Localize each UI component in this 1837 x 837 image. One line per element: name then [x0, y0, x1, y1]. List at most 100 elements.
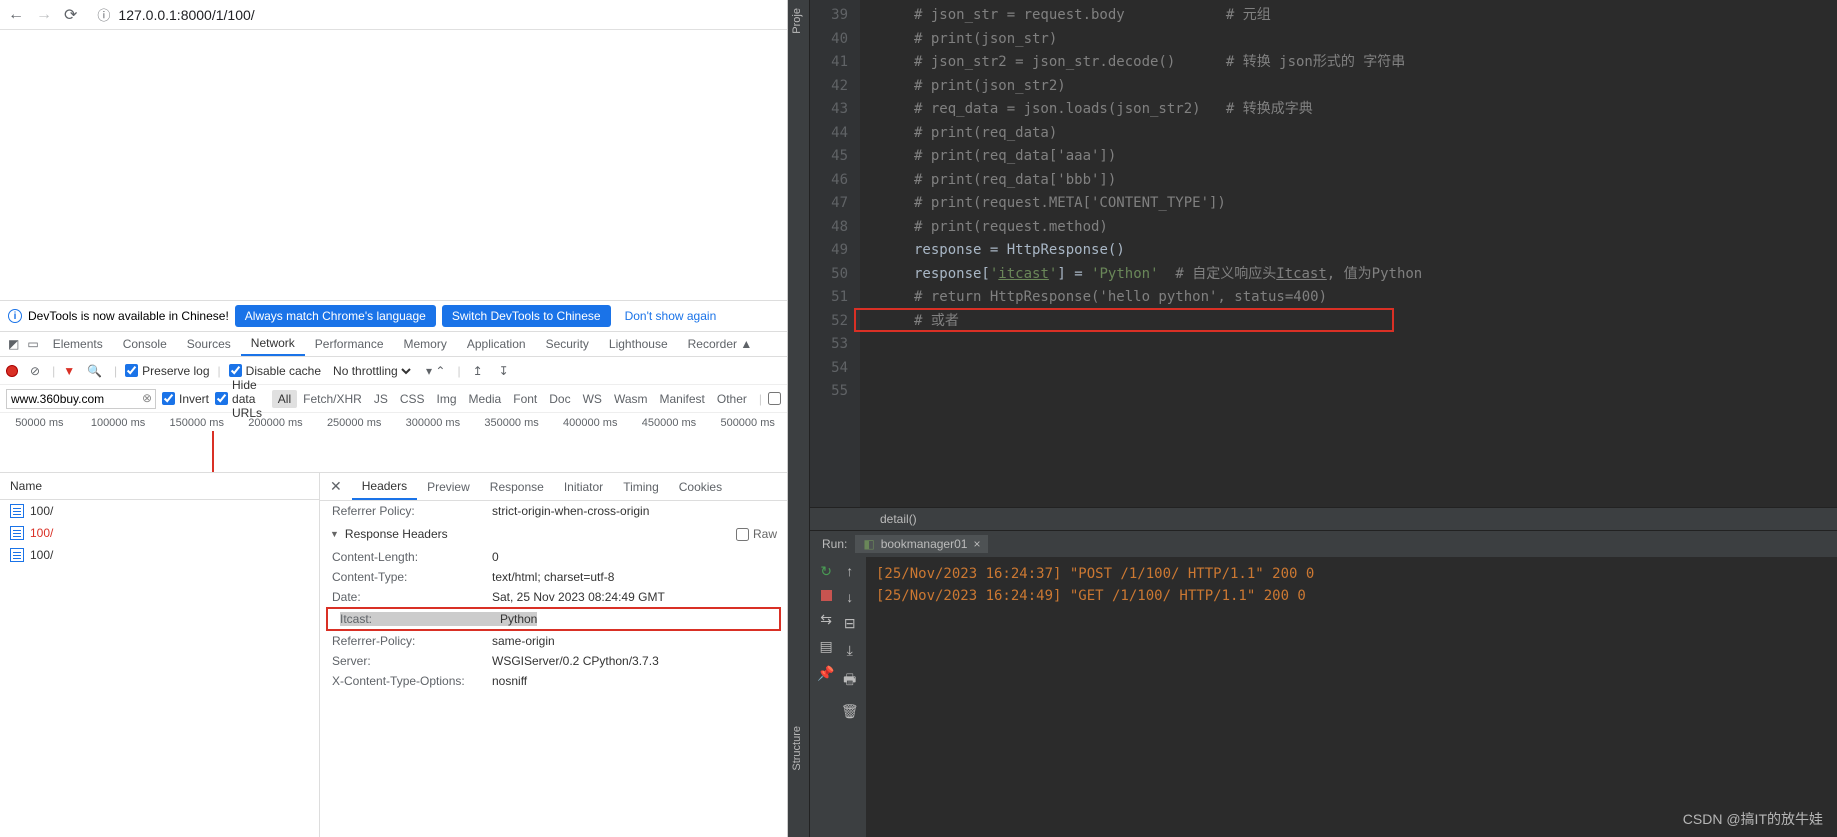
- filter-other[interactable]: Other: [711, 390, 753, 408]
- scroll-icon[interactable]: ⤓: [847, 642, 853, 659]
- network-toolbar: ⊘ | ▼ 🔍 | Preserve log | Disable cache N…: [0, 357, 787, 385]
- tab-performance[interactable]: Performance: [305, 332, 394, 356]
- disable-cache-checkbox[interactable]: Disable cache: [229, 364, 321, 378]
- trash-icon[interactable]: 🗑: [841, 703, 859, 720]
- code-editor[interactable]: # json_str = request.body # 元组# print(js…: [860, 0, 1837, 507]
- filter-icon[interactable]: ▼: [63, 364, 75, 378]
- match-language-button[interactable]: Always match Chrome's language: [235, 305, 436, 327]
- filter-manifest[interactable]: Manifest: [654, 390, 711, 408]
- raw-checkbox[interactable]: Raw: [736, 527, 777, 541]
- tab-application[interactable]: Application: [457, 332, 536, 356]
- device-icon[interactable]: ▭: [23, 337, 42, 351]
- forward-icon[interactable]: →: [36, 6, 52, 24]
- filter-wasm[interactable]: Wasm: [608, 390, 654, 408]
- response-headers-section[interactable]: Response Headers Raw: [320, 521, 787, 547]
- close-detail-icon[interactable]: ✕: [320, 478, 352, 495]
- filter-img[interactable]: Img: [431, 390, 463, 408]
- close-run-tab-icon[interactable]: ×: [973, 537, 980, 551]
- tab-elements[interactable]: Elements: [43, 332, 113, 356]
- timeline-tick: 300000 ms: [394, 417, 473, 429]
- url-bar[interactable]: ⓘ 127.0.0.1:8000/1/100/: [89, 3, 779, 26]
- detail-tab-initiator[interactable]: Initiator: [554, 473, 613, 500]
- run-toolwindow-header: Run: ◧ bookmanager01 ×: [810, 530, 1837, 557]
- filter-font[interactable]: Font: [507, 390, 543, 408]
- detail-tab-headers[interactable]: Headers: [352, 473, 417, 500]
- timeline-tick: 450000 ms: [630, 417, 709, 429]
- filter-fetchxhr[interactable]: Fetch/XHR: [297, 390, 368, 408]
- record-button[interactable]: [6, 365, 18, 377]
- devtools-tabs: ◩ ▭ ElementsConsoleSourcesNetworkPerform…: [0, 331, 787, 357]
- up-icon[interactable]: ↑: [846, 563, 853, 579]
- wifi-icon[interactable]: ▾ ⌃: [422, 364, 449, 378]
- request-row[interactable]: 100/: [0, 522, 319, 544]
- tab-console[interactable]: Console: [113, 332, 177, 356]
- detail-tab-cookies[interactable]: Cookies: [669, 473, 732, 500]
- breadcrumb[interactable]: detail(): [810, 507, 1837, 530]
- filter-ws[interactable]: WS: [577, 390, 608, 408]
- timeline[interactable]: 50000 ms100000 ms150000 ms200000 ms25000…: [0, 413, 787, 473]
- notice-text: DevTools is now available in Chinese!: [28, 309, 229, 323]
- clear-button[interactable]: ⊘: [26, 364, 44, 378]
- filter-all[interactable]: All: [272, 390, 297, 408]
- request-row[interactable]: 100/: [0, 500, 319, 522]
- download-icon[interactable]: ↧: [495, 364, 513, 378]
- console-output[interactable]: [25/Nov/2023 16:24:37] "POST /1/100/ HTT…: [866, 557, 1837, 837]
- header-row: Content-Length:0: [320, 547, 787, 567]
- header-row: Date:Sat, 25 Nov 2023 08:24:49 GMT: [320, 587, 787, 607]
- timeline-tick: 200000 ms: [236, 417, 315, 429]
- filter-css[interactable]: CSS: [394, 390, 431, 408]
- rerun-icon[interactable]: ↻: [820, 563, 832, 580]
- stop-icon[interactable]: [821, 590, 832, 601]
- invert-checkbox[interactable]: Invert: [162, 392, 209, 406]
- tab-memory[interactable]: Memory: [394, 332, 457, 356]
- tab-security[interactable]: Security: [536, 332, 599, 356]
- ide-pane: Proje Structure 394041424344454647484950…: [788, 0, 1837, 837]
- site-info-icon[interactable]: ⓘ: [97, 5, 110, 24]
- print-icon[interactable]: 🖶: [843, 669, 856, 693]
- document-icon: [10, 504, 24, 518]
- filter-input[interactable]: [6, 389, 156, 409]
- filter-media[interactable]: Media: [463, 390, 508, 408]
- tab-recorder[interactable]: Recorder ▲: [678, 332, 763, 356]
- layout-icon[interactable]: ▤: [819, 638, 832, 655]
- dont-show-again-button[interactable]: Don't show again: [617, 305, 725, 327]
- console: ↻ ⇆ ▤ 📌 ↑ ↓ ⊟ ⤓ 🖶 🗑 [25/Nov/2023 16:24:3…: [810, 557, 1837, 837]
- structure-tool-tab[interactable]: Structure: [788, 720, 806, 777]
- detail-tab-timing[interactable]: Timing: [613, 473, 669, 500]
- switch-language-button[interactable]: Switch DevTools to Chinese: [442, 305, 611, 327]
- list-header-name[interactable]: Name: [0, 473, 319, 500]
- upload-icon[interactable]: ↥: [469, 364, 487, 378]
- tab-network[interactable]: Network: [241, 332, 305, 356]
- network-split: Name 100/100/100/ ✕ HeadersPreviewRespon…: [0, 473, 787, 837]
- reload-icon[interactable]: ⟳: [64, 5, 77, 25]
- timeline-tick: 100000 ms: [79, 417, 158, 429]
- detail-tab-response[interactable]: Response: [480, 473, 554, 500]
- filter-js[interactable]: JS: [368, 390, 394, 408]
- run-tab[interactable]: ◧ bookmanager01 ×: [855, 535, 988, 553]
- header-row: Referrer Policy:strict-origin-when-cross…: [320, 501, 787, 521]
- wrap-icon[interactable]: ⊟: [844, 615, 856, 632]
- back-icon[interactable]: ←: [8, 6, 24, 24]
- extra-checkbox[interactable]: [768, 392, 781, 405]
- pause-icon[interactable]: ⇆: [820, 611, 832, 628]
- throttling-select[interactable]: No throttling: [329, 363, 414, 379]
- inspect-icon[interactable]: ◩: [4, 337, 23, 351]
- ide-left-sidebar: Proje Structure: [788, 0, 810, 837]
- search-icon[interactable]: 🔍: [83, 364, 106, 378]
- filter-doc[interactable]: Doc: [543, 390, 576, 408]
- down-icon[interactable]: ↓: [846, 589, 853, 605]
- request-row[interactable]: 100/: [0, 544, 319, 566]
- detail-tab-preview[interactable]: Preview: [417, 473, 480, 500]
- document-icon: [10, 526, 24, 540]
- document-icon: [10, 548, 24, 562]
- editor-area: 3940414243444546474849505152535455 # jso…: [810, 0, 1837, 507]
- clear-filter-icon[interactable]: ⊗: [142, 391, 152, 405]
- timeline-tick: 250000 ms: [315, 417, 394, 429]
- console-line: [25/Nov/2023 16:24:49] "GET /1/100/ HTTP…: [876, 585, 1827, 607]
- timeline-tick: 400000 ms: [551, 417, 630, 429]
- tab-sources[interactable]: Sources: [177, 332, 241, 356]
- project-tool-tab[interactable]: Proje: [788, 2, 806, 40]
- preserve-log-checkbox[interactable]: Preserve log: [125, 364, 209, 378]
- pin-icon[interactable]: 📌: [817, 665, 834, 682]
- tab-lighthouse[interactable]: Lighthouse: [599, 332, 678, 356]
